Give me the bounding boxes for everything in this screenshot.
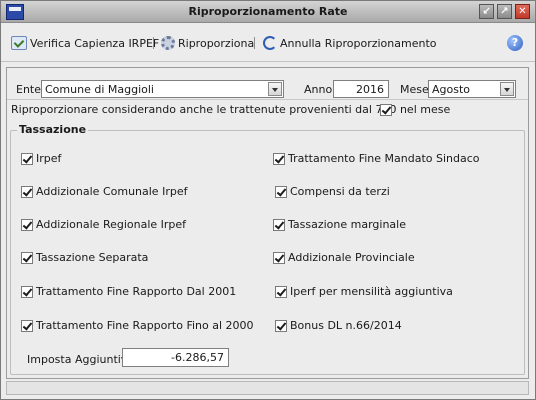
imposta-aggiuntiva-field[interactable]: -6.286,57: [122, 348, 229, 367]
toolbar-separator: [254, 37, 255, 49]
mese-value: Agosto: [432, 83, 471, 96]
status-bar: [6, 381, 529, 395]
verifica-capienza-label: Verifica Capienza IRPEF: [30, 36, 160, 50]
ente-select[interactable]: Comune di Maggioli: [41, 80, 284, 98]
irpef-mensilita-aggiuntiva-label: Iperf per mensilità aggiuntiva: [290, 285, 453, 298]
close-icon[interactable]: ✕: [515, 4, 530, 19]
mese-select[interactable]: Agosto: [428, 80, 516, 98]
addizionale-regionale-checkbox[interactable]: [21, 219, 33, 231]
addizionale-comunale-label: Addizionale Comunale Irpef: [36, 185, 188, 198]
verify-icon: [11, 36, 27, 50]
gear-icon: [161, 36, 175, 50]
riproporziona-button[interactable]: Riproporziona: [161, 36, 254, 50]
tassazione-group: Tassazione Irpef Addizionale Comunale Ir…: [10, 123, 525, 375]
minimize-icon[interactable]: ↙: [479, 4, 494, 19]
tfr-fino-2000-label: Trattamento Fine Rapporto Fino al 2000: [36, 319, 254, 332]
ente-label: Ente: [16, 83, 42, 96]
annulla-riproporzionamento-label: Annulla Riproporzionamento: [280, 36, 437, 50]
option-730-checkbox[interactable]: [380, 104, 392, 116]
toolbar: Verifica Capienza IRPEF Riproporziona An…: [1, 24, 535, 62]
undo-icon: [263, 36, 277, 50]
addizionale-regionale-label: Addizionale Regionale Irpef: [36, 218, 187, 231]
compensi-terzi-checkbox[interactable]: [275, 186, 287, 198]
imposta-aggiuntiva-value: -6.286,57: [171, 351, 224, 364]
mese-label: Mese: [400, 83, 429, 96]
compensi-terzi-label: Compensi da terzi: [290, 185, 390, 198]
bonus-dl-checkbox[interactable]: [275, 320, 287, 332]
tfr-fino-2000-checkbox[interactable]: [21, 320, 33, 332]
main-panel: Ente Comune di Maggioli Anno 2016 Mese A…: [6, 67, 529, 379]
irpef-mensilita-aggiuntiva-checkbox[interactable]: [275, 286, 287, 298]
irpef-checkbox[interactable]: [21, 153, 33, 165]
anno-value: 2016: [356, 83, 384, 96]
addizionale-provinciale-checkbox[interactable]: [273, 252, 285, 264]
verifica-capienza-button[interactable]: Verifica Capienza IRPEF: [11, 36, 159, 50]
filter-row: Ente Comune di Maggioli Anno 2016 Mese A…: [7, 68, 528, 100]
help-icon[interactable]: ?: [507, 35, 523, 51]
anno-field[interactable]: 2016: [333, 80, 389, 98]
tassazione-marginale-label: Tassazione marginale: [288, 218, 406, 231]
tfr-dal-2001-checkbox[interactable]: [21, 286, 33, 298]
bonus-dl-label: Bonus DL n.66/2014: [290, 319, 402, 332]
main-window: Riproporzionamento Rate ↙ ↗ ✕ Verifica C…: [0, 0, 536, 400]
ente-value: Comune di Maggioli: [45, 83, 154, 96]
chevron-down-icon[interactable]: [268, 82, 282, 96]
tassazione-separata-label: Tassazione Separata: [36, 251, 149, 264]
maximize-icon[interactable]: ↗: [497, 4, 512, 19]
irpef-label: Irpef: [36, 152, 62, 165]
tassazione-title: Tassazione: [17, 123, 89, 136]
window-title: Riproporzionamento Rate: [188, 5, 348, 18]
tfr-dal-2001-label: Trattamento Fine Rapporto Dal 2001: [36, 285, 237, 298]
addizionale-comunale-checkbox[interactable]: [21, 186, 33, 198]
anno-label: Anno: [304, 83, 333, 96]
imposta-aggiuntiva-label: Imposta Aggiuntiva: [27, 353, 135, 366]
tassazione-marginale-checkbox[interactable]: [273, 219, 285, 231]
title-bar: Riproporzionamento Rate ↙ ↗ ✕: [1, 1, 535, 23]
tfm-sindaco-label: Trattamento Fine Mandato Sindaco: [288, 152, 480, 165]
toolbar-separator: [153, 37, 154, 49]
addizionale-provinciale-label: Addizionale Provinciale: [288, 251, 415, 264]
riproporziona-label: Riproporziona: [178, 36, 255, 50]
chevron-down-icon[interactable]: [500, 82, 514, 96]
tassazione-separata-checkbox[interactable]: [21, 252, 33, 264]
annulla-riproporzionamento-button[interactable]: Annulla Riproporzionamento: [263, 36, 437, 50]
tfm-sindaco-checkbox[interactable]: [273, 153, 285, 165]
